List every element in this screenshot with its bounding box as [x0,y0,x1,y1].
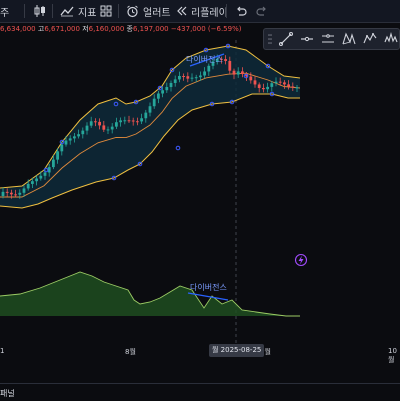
time-label-left: 1 [0,347,5,355]
candle-body [253,80,257,85]
candle-body [39,175,43,179]
candle-body [98,121,101,126]
candle-body [157,93,160,99]
candle-body [241,71,244,75]
price-chart[interactable]: 다이버전스 다이버전스 [0,0,400,344]
pivot-marker [175,145,181,151]
divergence-label-indicator: 다이버전스 [190,282,227,292]
candle-body [283,82,286,85]
elliott-wave-icon[interactable] [363,31,378,47]
candle-body [224,59,227,61]
candle-body [110,126,114,130]
candle-body [56,151,59,160]
head-shoulders-icon[interactable] [384,31,399,47]
candle-body [186,76,190,79]
candle-body [60,144,64,152]
candle-body [136,121,139,123]
candle-body [169,82,173,88]
candle-body [249,76,253,81]
candle-body [270,83,274,87]
candle-body [68,138,72,141]
candle-body [35,178,38,182]
candle-body [257,84,261,88]
divergence-label-main: 다이버전스 [186,54,223,64]
candle-body [43,172,47,176]
candle-body [295,87,299,89]
candle-body [190,77,194,79]
trend-line-icon[interactable] [279,31,294,47]
candle-body [266,86,269,90]
candle-body [228,60,232,71]
bottom-panel-bar[interactable]: 패널 [0,383,400,401]
xabcd-pattern-icon[interactable] [342,31,357,47]
crosshair-date-label: 월 2025-08-25 [209,344,265,357]
candle-body [73,136,76,139]
candle-body [64,140,68,145]
candle-body [123,120,127,122]
candle-body [131,120,135,122]
candle-body [85,125,89,131]
candle-body [81,130,85,135]
drawing-toolbar [263,28,400,50]
candle-body [236,71,240,75]
candle-body [165,87,169,91]
horizontal-line-icon[interactable] [300,31,315,47]
candle-body [291,86,295,88]
candle-body [77,134,80,137]
candle-body [22,188,26,193]
candle-body [199,75,202,78]
candle-body [127,120,131,122]
candle-body [106,129,110,131]
candle-body [31,181,34,184]
candle-body [173,79,177,83]
bollinger-band-fill [0,46,300,208]
parallel-channel-icon[interactable] [321,31,336,47]
panel-label: 패널 [0,389,15,398]
lightning-icon[interactable] [294,253,308,267]
drag-handle-icon[interactable] [267,31,273,47]
candle-body [232,70,236,75]
time-axis: 1 8월 9월 10월 월 2025-08-25 [0,344,400,364]
indicator-area-fill [0,272,300,316]
candle-body [144,112,148,119]
candle-body [102,125,106,130]
candle-body [140,118,143,122]
candle-body [148,106,152,113]
candle-body [5,191,9,193]
candle-body [262,87,265,90]
candle-body [119,120,122,123]
candle-body [203,71,206,76]
candle-body [152,98,156,107]
candle-body [278,81,282,83]
candle-body [182,75,185,77]
candle-body [194,77,198,79]
time-label-oct: 10월 [388,347,397,364]
candle-body [287,84,290,87]
candle-body [207,65,211,72]
candle-body [94,121,97,123]
candle-body [178,75,181,80]
candle-body [89,121,93,126]
candle-body [161,90,164,94]
candle-body [18,192,22,195]
candle-body [274,81,278,84]
candle-body [10,192,13,195]
candle-body [52,159,55,168]
candle-body [14,194,17,196]
candle-body [1,191,5,196]
candle-body [115,122,118,127]
candle-body [26,183,30,189]
time-label-aug: 8월 [125,348,136,356]
